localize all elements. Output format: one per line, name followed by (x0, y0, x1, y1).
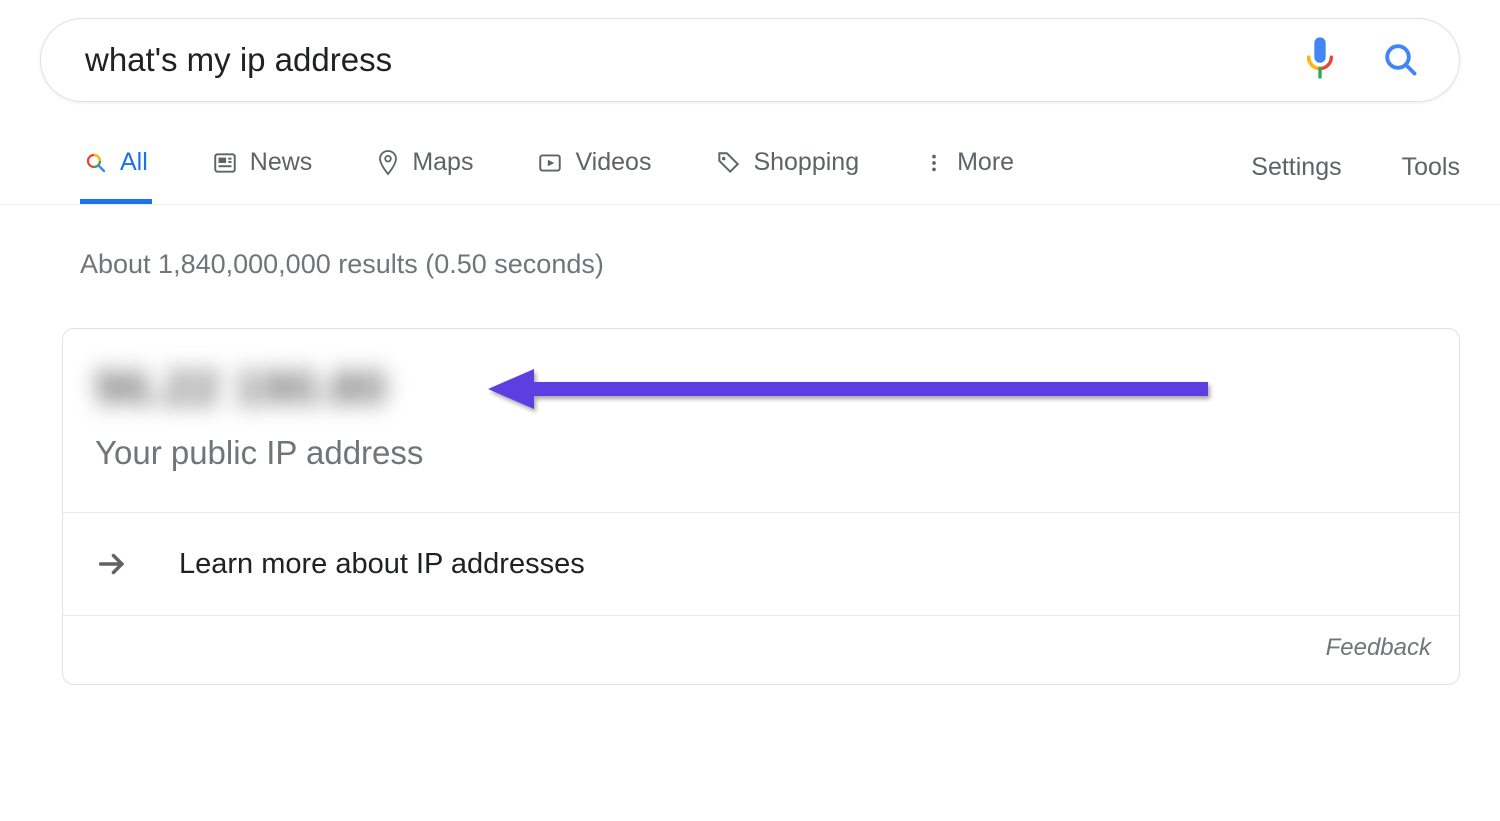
video-icon (537, 150, 563, 176)
search-small-icon (84, 151, 108, 175)
tab-news[interactable]: News (208, 148, 317, 204)
tab-more[interactable]: More (919, 148, 1018, 204)
ip-answer-card: 96.22 190.80 Your public IP address Lear… (62, 328, 1460, 685)
learn-more-label: Learn more about IP addresses (179, 548, 585, 581)
tab-videos-label: Videos (575, 148, 651, 177)
card-footer: Feedback (63, 615, 1459, 684)
ip-address-value: 96.22 190.80 (95, 361, 387, 416)
search-input[interactable] (85, 41, 1303, 79)
tabs-left-group: All News Maps Videos (80, 148, 1018, 204)
tab-shopping-label: Shopping (753, 148, 859, 177)
tab-shopping[interactable]: Shopping (711, 148, 863, 204)
search-bar[interactable] (40, 18, 1460, 102)
tab-videos[interactable]: Videos (533, 148, 655, 204)
feedback-link[interactable]: Feedback (1326, 634, 1431, 661)
tab-news-label: News (250, 148, 313, 177)
search-tabs: All News Maps Videos (0, 148, 1500, 205)
voice-search-icon[interactable] (1303, 37, 1337, 83)
learn-more-link[interactable]: Learn more about IP addresses (63, 512, 1459, 615)
ip-answer-main: 96.22 190.80 Your public IP address (63, 329, 1459, 512)
settings-link[interactable]: Settings (1251, 153, 1341, 204)
news-icon (212, 150, 238, 176)
result-stats: About 1,840,000,000 results (0.50 second… (0, 205, 1500, 280)
search-container (0, 0, 1500, 102)
tab-all-label: All (120, 148, 148, 177)
search-actions (1303, 37, 1419, 83)
more-dots-icon (923, 152, 945, 174)
shopping-tag-icon (715, 150, 741, 176)
annotation-arrow-icon (488, 369, 1208, 409)
tab-all[interactable]: All (80, 148, 152, 204)
maps-pin-icon (376, 149, 400, 177)
arrow-right-icon (95, 547, 129, 581)
tab-maps[interactable]: Maps (372, 148, 477, 204)
tab-maps-label: Maps (412, 148, 473, 177)
tabs-right-group: Settings Tools (1251, 153, 1460, 204)
ip-address-label: Your public IP address (95, 434, 1427, 472)
search-icon[interactable] (1383, 42, 1419, 78)
tools-link[interactable]: Tools (1402, 153, 1460, 204)
tab-more-label: More (957, 148, 1014, 177)
